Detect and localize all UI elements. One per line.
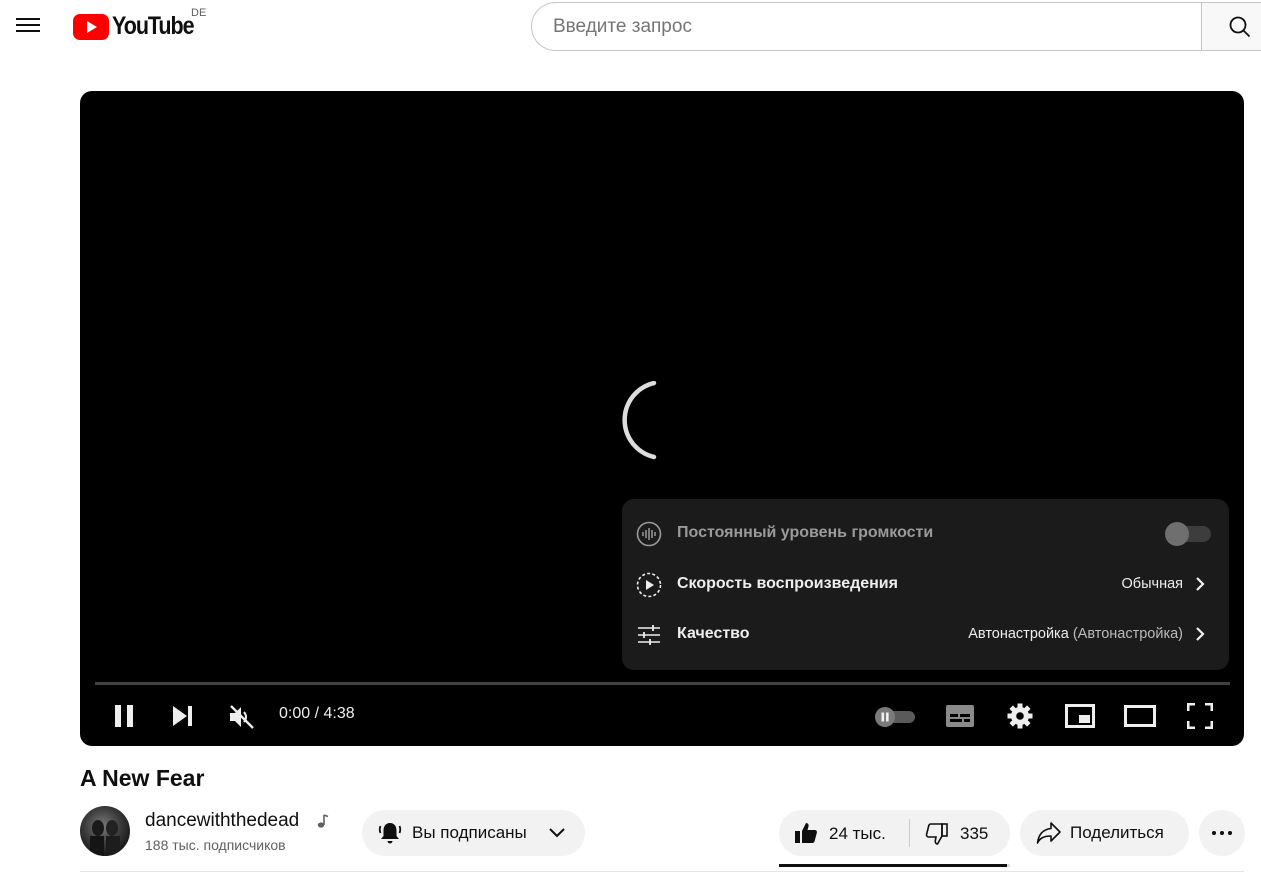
- quality-value-sub: (Автонастройка): [1068, 626, 1183, 642]
- settings-item-label: Качество: [677, 625, 750, 642]
- like-ratio-bar: [779, 864, 1010, 867]
- like-count: 24 тыс.: [829, 824, 886, 843]
- time-display: 0:00 / 4:38: [279, 705, 355, 723]
- autoplay-toggle-icon[interactable]: [873, 706, 917, 728]
- time-current: 0:00: [279, 705, 311, 722]
- thumbs-up-icon: [795, 823, 817, 843]
- chevron-right-icon: [1196, 627, 1205, 641]
- settings-item-stable-volume[interactable]: Постоянный уровень громкости: [622, 508, 1229, 558]
- avatar-image: [90, 820, 120, 856]
- share-button[interactable]: Поделиться: [1020, 810, 1189, 856]
- miniplayer-icon[interactable]: [1065, 704, 1095, 728]
- pause-icon[interactable]: [113, 704, 137, 728]
- theater-mode-icon[interactable]: [1124, 705, 1156, 727]
- quality-value-main: Автонастройка: [968, 626, 1069, 642]
- chevron-right-icon: [1196, 577, 1205, 591]
- dislike-count: 335: [960, 824, 989, 843]
- bell-icon: [378, 823, 402, 844]
- settings-item-playback-speed[interactable]: Скорость воспроизведения Обычная: [622, 559, 1229, 609]
- music-note-icon: [317, 814, 329, 828]
- settings-item-value: Обычная: [1121, 576, 1183, 592]
- playback-speed-icon: [636, 572, 662, 598]
- search-input[interactable]: [553, 15, 1202, 38]
- like-button[interactable]: 24 тыс.: [779, 810, 909, 856]
- loading-spinner-icon: [622, 381, 657, 460]
- more-actions-button[interactable]: [1199, 810, 1245, 856]
- like-dislike-bar: 24 тыс. 335: [779, 810, 1010, 856]
- subscribed-label: Вы подписаны: [412, 823, 527, 842]
- mute-icon[interactable]: [228, 704, 256, 730]
- next-icon[interactable]: [172, 706, 194, 726]
- logo-wordmark: YouTube: [112, 12, 195, 40]
- toggle-knob: [1165, 522, 1189, 546]
- settings-item-value: Автонастройка (Автонастройка): [968, 626, 1183, 642]
- video-title: A New Fear: [80, 765, 205, 791]
- more-horizontal-icon: [1212, 831, 1232, 835]
- stable-volume-toggle[interactable]: [1165, 522, 1211, 546]
- chevron-down-icon: [549, 828, 565, 838]
- fullscreen-icon[interactable]: [1187, 703, 1213, 729]
- youtube-play-logo-icon: [73, 13, 109, 40]
- country-code: DE: [191, 7, 207, 19]
- share-icon: [1036, 822, 1061, 844]
- search-box[interactable]: [531, 2, 1202, 51]
- subscribed-button[interactable]: Вы подписаны: [362, 810, 585, 856]
- subscriber-count: 188 тыс. подписчиков: [145, 837, 286, 853]
- settings-menu: Постоянный уровень громкости Скорость во…: [622, 499, 1229, 670]
- progress-bar[interactable]: [95, 682, 1230, 685]
- settings-item-label: Скорость воспроизведения: [677, 575, 898, 592]
- channel-avatar[interactable]: [80, 806, 130, 856]
- thumbs-down-icon: [925, 823, 948, 845]
- settings-icon[interactable]: [1007, 703, 1033, 729]
- time-total: 4:38: [323, 705, 355, 722]
- subtitles-icon[interactable]: [946, 705, 974, 727]
- dislike-button[interactable]: 335: [910, 810, 1010, 856]
- search-button[interactable]: [1201, 2, 1261, 51]
- like-ratio-fill: [779, 864, 1007, 867]
- share-label: Поделиться: [1070, 823, 1164, 842]
- time-separator: /: [310, 705, 324, 722]
- settings-item-label: Постоянный уровень громкости: [677, 524, 934, 541]
- settings-item-quality[interactable]: Качество Автонастройка (Автонастройка): [622, 609, 1229, 659]
- search-icon: [1229, 16, 1251, 37]
- stable-volume-icon: [636, 521, 662, 547]
- menu-icon[interactable]: [16, 14, 40, 38]
- channel-name[interactable]: dancewiththedead: [145, 810, 299, 832]
- youtube-logo[interactable]: YouTube DE: [73, 7, 207, 41]
- video-player[interactable]: Постоянный уровень громкости Скорость во…: [80, 91, 1244, 746]
- quality-icon: [638, 625, 660, 645]
